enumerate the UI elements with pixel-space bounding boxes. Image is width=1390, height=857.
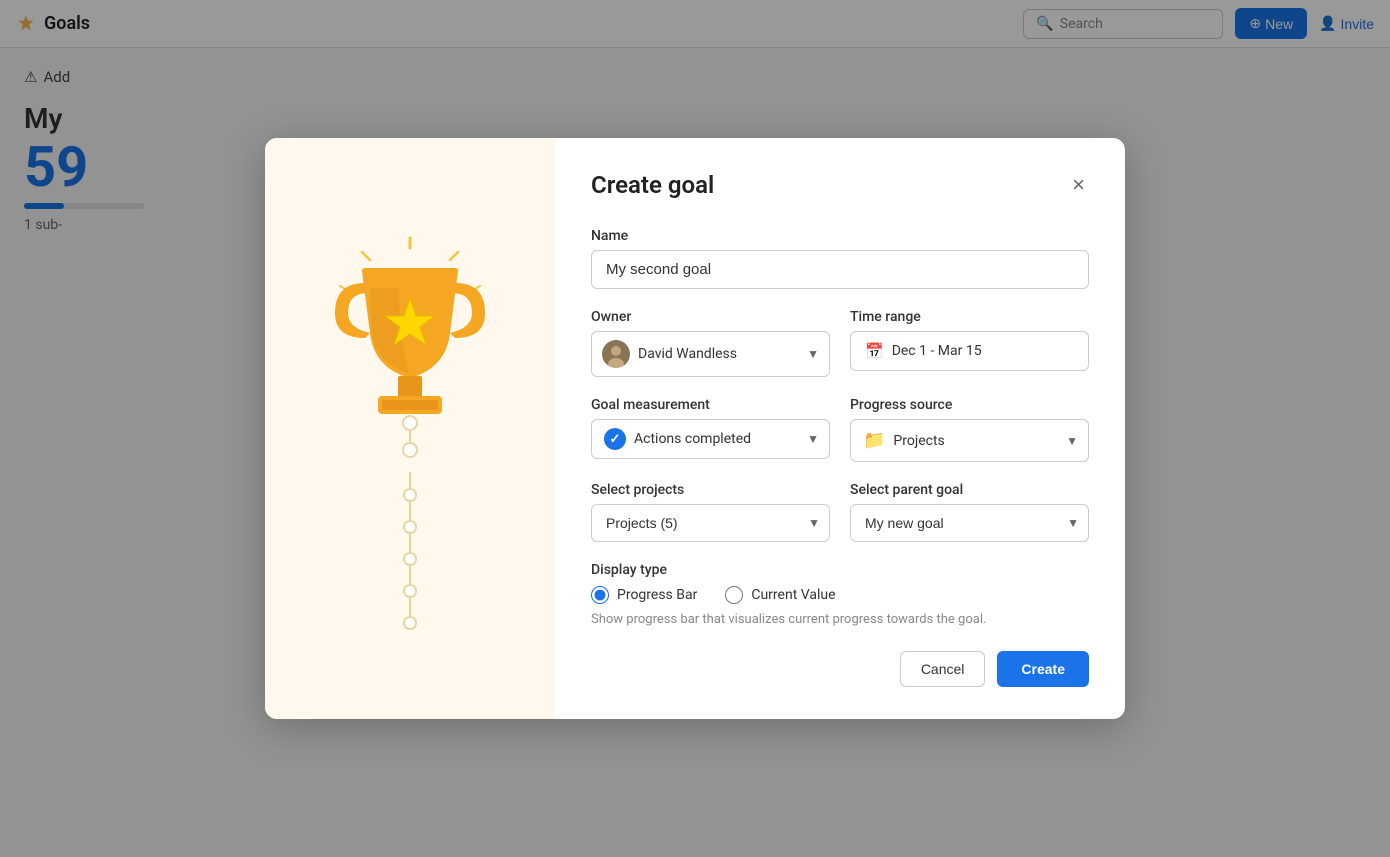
dot-line-4 <box>409 598 411 616</box>
dot-line-1 <box>409 502 411 520</box>
avatar-image <box>602 340 630 368</box>
dot-3 <box>403 552 417 566</box>
name-input[interactable] <box>591 250 1089 289</box>
goal-measurement-group: Goal measurement Actions completed ▼ <box>591 397 830 462</box>
measurement-source-row: Goal measurement Actions completed ▼ Pro… <box>591 397 1089 462</box>
modal-form: Create goal × Name Owner <box>555 138 1125 719</box>
create-button[interactable]: Create <box>997 651 1089 687</box>
trophy-container <box>310 228 510 630</box>
select-projects-wrapper: Projects (5) ▼ <box>591 504 830 542</box>
modal-title: Create goal <box>591 171 714 199</box>
measurement-chevron-icon: ▼ <box>807 432 819 446</box>
owner-chevron-icon: ▼ <box>807 347 819 361</box>
time-range-label: Time range <box>850 309 1089 325</box>
progress-bar-label: Progress Bar <box>617 587 697 603</box>
owner-name: David Wandless <box>638 346 737 362</box>
dot-1 <box>403 488 417 502</box>
goal-measurement-value: Actions completed <box>634 431 751 447</box>
owner-timerange-row: Owner David Wandless ▼ <box>591 309 1089 377</box>
progress-bar-radio-label[interactable]: Progress Bar <box>591 586 697 604</box>
modal-footer: Cancel Create <box>591 651 1089 687</box>
progress-bar-radio[interactable] <box>591 586 609 604</box>
select-parent-goal-label: Select parent goal <box>850 482 1089 498</box>
select-projects-label: Select projects <box>591 482 830 498</box>
progress-source-select[interactable]: 📁 Projects ▼ <box>850 419 1089 462</box>
trophy-svg <box>310 228 510 468</box>
dot-5 <box>403 616 417 630</box>
calendar-icon: 📅 <box>865 342 884 360</box>
owner-label: Owner <box>591 309 830 325</box>
current-value-radio[interactable] <box>725 586 743 604</box>
display-type-radio-group: Progress Bar Current Value <box>591 586 1089 604</box>
goal-measurement-label: Goal measurement <box>591 397 830 413</box>
projects-parentgoal-row: Select projects Projects (5) ▼ Select pa… <box>591 482 1089 542</box>
close-button[interactable]: × <box>1068 170 1089 200</box>
folder-icon: 📁 <box>863 430 885 451</box>
modal-header: Create goal × <box>591 170 1089 200</box>
check-circle-icon <box>604 428 626 450</box>
name-group: Name <box>591 228 1089 289</box>
time-range-picker[interactable]: 📅 Dec 1 - Mar 15 <box>850 331 1089 371</box>
owner-group: Owner David Wandless ▼ <box>591 309 830 377</box>
display-type-section: Display type Progress Bar Current Value … <box>591 562 1089 627</box>
progress-source-label: Progress source <box>850 397 1089 413</box>
owner-select[interactable]: David Wandless ▼ <box>591 331 830 377</box>
modal-illustration <box>265 138 555 719</box>
current-value-label: Current Value <box>751 587 835 603</box>
progress-source-group: Progress source 📁 Projects ▼ <box>850 397 1089 462</box>
cancel-button[interactable]: Cancel <box>900 651 986 687</box>
name-label: Name <box>591 228 1089 244</box>
select-parent-goal-dropdown[interactable]: My new goal <box>850 504 1089 542</box>
select-projects-dropdown[interactable]: Projects (5) <box>591 504 830 542</box>
select-parent-goal-wrapper: My new goal ▼ <box>850 504 1089 542</box>
dot-connector <box>409 472 411 488</box>
current-value-radio-label[interactable]: Current Value <box>725 586 835 604</box>
progress-source-value: Projects <box>893 433 944 449</box>
time-range-group: Time range 📅 Dec 1 - Mar 15 <box>850 309 1089 377</box>
dots-chain <box>403 472 417 630</box>
dot-line-3 <box>409 566 411 584</box>
select-parent-goal-group: Select parent goal My new goal ▼ <box>850 482 1089 542</box>
owner-avatar <box>602 340 630 368</box>
select-projects-group: Select projects Projects (5) ▼ <box>591 482 830 542</box>
date-range-text: Dec 1 - Mar 15 <box>892 343 982 359</box>
display-type-label: Display type <box>591 562 1089 578</box>
display-type-hint: Show progress bar that visualizes curren… <box>591 612 1089 627</box>
dot-2 <box>403 520 417 534</box>
dot-line-2 <box>409 534 411 552</box>
create-goal-modal: Create goal × Name Owner <box>265 138 1125 719</box>
source-chevron-icon: ▼ <box>1066 434 1078 448</box>
goal-measurement-select[interactable]: Actions completed ▼ <box>591 419 830 459</box>
dot-4 <box>403 584 417 598</box>
modal-overlay: Create goal × Name Owner <box>0 0 1390 857</box>
